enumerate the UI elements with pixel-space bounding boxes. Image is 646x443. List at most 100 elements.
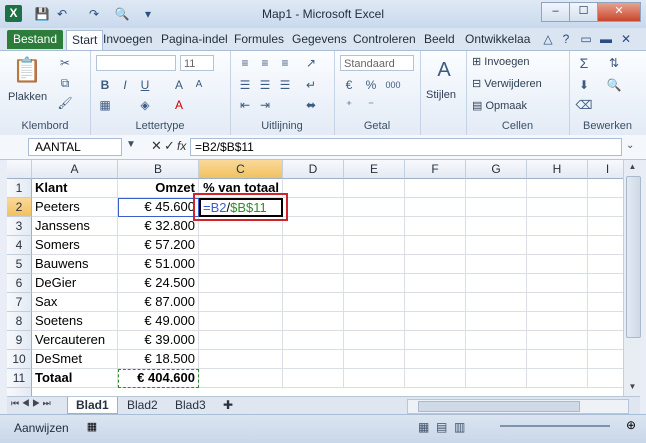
column-header-d[interactable]: D [283, 160, 344, 179]
cell-a4[interactable]: Somers [32, 236, 118, 255]
worksheet-grid[interactable]: A B C D E F G H I 1 Klant Omzet% van totaa… [7, 160, 623, 396]
formula-input[interactable]: =B2/$B$11 [190, 138, 622, 156]
empty-cell[interactable] [405, 217, 466, 236]
empty-cell[interactable] [466, 312, 527, 331]
empty-cell[interactable] [283, 255, 344, 274]
empty-cell[interactable] [588, 255, 623, 274]
cell-c2-editor[interactable]: =B2/$B$11 [199, 198, 283, 217]
insert-sheet-icon[interactable]: ✚ [215, 397, 241, 413]
row-header[interactable]: 1 [7, 179, 32, 198]
empty-cell[interactable] [283, 179, 344, 198]
scroll-down-icon[interactable]: ▼ [626, 382, 639, 394]
empty-cell[interactable] [588, 217, 623, 236]
column-header-a[interactable]: A [32, 160, 118, 179]
column-header-g[interactable]: G [466, 160, 527, 179]
percent-button[interactable]: % [362, 77, 380, 93]
format-cells-button[interactable]: ▤ Opmaak [472, 99, 527, 112]
column-header-f[interactable]: F [405, 160, 466, 179]
cell-b6[interactable]: € 24.500 [118, 274, 199, 293]
collapse-ribbon-icon[interactable]: △ [540, 31, 556, 47]
empty-cell[interactable] [588, 236, 623, 255]
empty-cell[interactable] [405, 350, 466, 369]
minimize-workbook-icon[interactable]: ▬ [598, 31, 614, 47]
enter-icon[interactable]: ✓ [164, 138, 175, 154]
italic-button[interactable]: I [116, 77, 134, 93]
merge-center-icon[interactable]: ⬌ [302, 97, 320, 113]
row-header[interactable]: 7 [7, 293, 32, 312]
empty-cell[interactable] [344, 217, 405, 236]
sheet-tab-blad1[interactable]: Blad1 [67, 397, 118, 414]
row-header[interactable]: 10 [7, 350, 32, 369]
sort-filter-icon[interactable]: ⇅ [605, 55, 623, 71]
underline-button[interactable]: U [136, 77, 154, 93]
scroll-up-icon[interactable]: ▲ [626, 162, 639, 174]
empty-cell[interactable] [527, 331, 588, 350]
tab-ontwikkelaars[interactable]: Ontwikkelaa [460, 30, 535, 49]
empty-cell[interactable] [283, 236, 344, 255]
decrease-indent-icon[interactable]: ⇤ [236, 97, 254, 113]
align-center-icon[interactable]: ☰ [256, 77, 274, 93]
empty-cell[interactable] [527, 179, 588, 198]
cell-a8[interactable]: Soetens [32, 312, 118, 331]
orientation-icon[interactable]: ↗ [302, 55, 320, 71]
empty-cell[interactable] [588, 331, 623, 350]
empty-cell[interactable] [283, 331, 344, 350]
empty-cell[interactable] [405, 198, 466, 217]
decrease-decimal-icon[interactable]: ⁻ [362, 97, 380, 113]
empty-cell[interactable] [283, 293, 344, 312]
empty-cell[interactable] [344, 274, 405, 293]
empty-cell[interactable] [405, 369, 466, 388]
tab-beeld[interactable]: Beeld [419, 30, 460, 49]
empty-cell[interactable] [588, 179, 623, 198]
empty-cell[interactable] [466, 331, 527, 350]
align-bottom-icon[interactable]: ≡ [276, 55, 294, 71]
cell-b7[interactable]: € 87.000 [118, 293, 199, 312]
copy-icon[interactable]: ⧉ [56, 75, 74, 91]
grow-font-icon[interactable]: A [170, 77, 188, 93]
row-header[interactable]: 6 [7, 274, 32, 293]
empty-cell[interactable] [466, 255, 527, 274]
empty-cell[interactable] [405, 255, 466, 274]
empty-cell[interactable] [344, 255, 405, 274]
row-header[interactable]: 4 [7, 236, 32, 255]
empty-cell[interactable] [405, 236, 466, 255]
empty-cell[interactable] [283, 198, 344, 217]
number-format-combo[interactable]: Standaard [340, 55, 414, 71]
fill-icon[interactable]: ⬇ [575, 77, 593, 93]
empty-cell[interactable] [527, 236, 588, 255]
row-header[interactable]: 11 [7, 369, 32, 388]
macro-record-icon[interactable]: ▦ [84, 420, 100, 434]
cell-a2[interactable]: Peeters [32, 198, 118, 217]
empty-cell[interactable] [527, 293, 588, 312]
empty-cell[interactable] [466, 217, 527, 236]
column-header-c[interactable]: C [199, 160, 283, 179]
empty-cell[interactable] [588, 293, 623, 312]
close-button[interactable]: ✕ [597, 2, 641, 22]
sheet-nav-icons[interactable]: ⏮ ◀ ▶ ⏭ [11, 398, 51, 409]
horizontal-scrollbar[interactable] [407, 399, 629, 414]
vertical-scroll-thumb[interactable] [626, 176, 641, 338]
empty-cell[interactable] [527, 217, 588, 236]
sheet-tab-blad2[interactable]: Blad2 [119, 397, 166, 413]
font-color-icon[interactable]: A [170, 97, 188, 113]
shrink-font-icon[interactable]: A [190, 77, 208, 93]
cell-b10[interactable]: € 18.500 [118, 350, 199, 369]
align-middle-icon[interactable]: ≡ [256, 55, 274, 71]
empty-cell[interactable] [527, 255, 588, 274]
empty-cell[interactable] [588, 198, 623, 217]
font-size-combo[interactable]: 11 [180, 55, 214, 71]
empty-cell[interactable] [344, 331, 405, 350]
cell-b3[interactable]: € 32.800 [118, 217, 199, 236]
cell-b1[interactable]: Omzet [118, 179, 199, 198]
namebox-dropdown-icon[interactable]: ▼ [126, 139, 136, 150]
row-header[interactable]: 9 [7, 331, 32, 350]
cell-a1[interactable]: Klant [32, 179, 118, 198]
bold-button[interactable]: B [96, 77, 114, 93]
zoom-slider[interactable] [500, 425, 610, 427]
cell-b8[interactable]: € 49.000 [118, 312, 199, 331]
row-header[interactable] [7, 388, 32, 396]
empty-cell[interactable] [283, 274, 344, 293]
empty-cell[interactable] [344, 369, 405, 388]
empty-cell[interactable] [588, 274, 623, 293]
empty-cell[interactable] [527, 198, 588, 217]
